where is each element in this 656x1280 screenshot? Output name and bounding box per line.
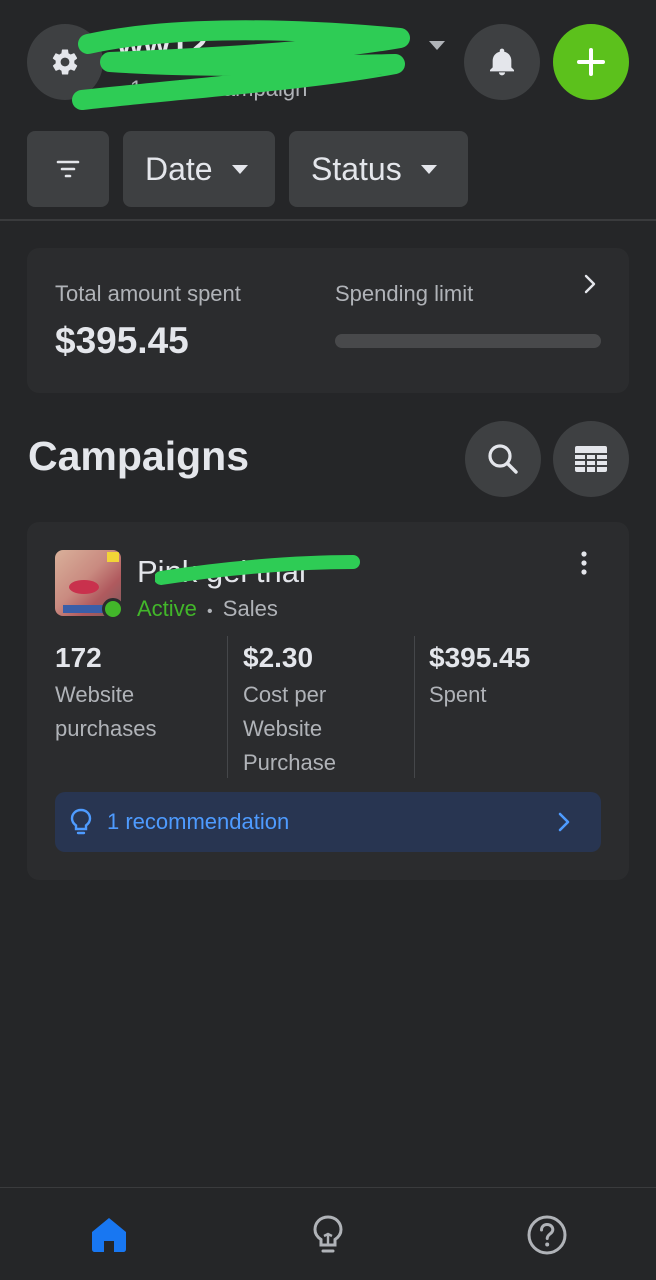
redaction-mark: [155, 555, 360, 585]
create-campaign-button[interactable]: [553, 24, 629, 100]
date-filter[interactable]: Date: [123, 131, 275, 207]
lightbulb-icon: [69, 808, 93, 836]
campaigns-title: Campaigns: [28, 433, 249, 479]
table-view-button[interactable]: [553, 421, 629, 497]
bell-icon: [486, 45, 518, 79]
campaign-card[interactable]: Pink gel trial Active • Sales 172 Websit…: [27, 522, 629, 880]
home-icon: [89, 1215, 129, 1255]
metric-value: $2.30: [243, 642, 314, 673]
active-status-dot: [102, 598, 124, 620]
campaign-objective: Sales: [222, 596, 278, 621]
metric-label: Spent: [429, 682, 487, 707]
nav-help[interactable]: [526, 1214, 568, 1256]
help-icon: [526, 1214, 568, 1256]
caret-down-icon[interactable]: [428, 40, 446, 52]
spend-summary-card[interactable]: Total amount spent $395.45 Spending limi…: [27, 248, 629, 393]
bottom-navigation: [0, 1187, 656, 1280]
search-button[interactable]: [465, 421, 541, 497]
notifications-button[interactable]: [464, 24, 540, 100]
date-filter-label: Date: [145, 150, 213, 187]
metric-cost-per-purchase: $2.30 Cost per Website Purchase: [227, 636, 414, 778]
campaign-status: Active: [137, 596, 197, 621]
filter-button[interactable]: [27, 131, 109, 207]
spending-limit-label: Spending limit: [335, 281, 474, 306]
spending-limit-bar: [335, 334, 601, 348]
status-filter[interactable]: Status: [289, 131, 468, 207]
chevron-right-icon: [557, 811, 571, 833]
metric-value: $395.45: [429, 642, 531, 673]
chevron-right-icon[interactable]: [583, 273, 597, 295]
search-icon: [486, 442, 520, 476]
redaction-mark: [72, 20, 410, 110]
more-options-icon[interactable]: [573, 548, 595, 578]
status-filter-label: Status: [311, 150, 402, 187]
metric-spent: $395.45 Spent: [414, 636, 601, 778]
caret-down-icon: [231, 164, 249, 175]
total-spent-value: $395.45: [55, 320, 189, 361]
metric-value: 172: [55, 642, 102, 673]
total-spent-label: Total amount spent: [55, 281, 241, 306]
filter-icon: [56, 159, 80, 179]
recommendation-banner[interactable]: 1 recommendation: [55, 792, 601, 852]
plus-icon: [576, 47, 606, 77]
lightbulb-icon: [311, 1214, 345, 1256]
campaign-meta: Active • Sales: [137, 596, 278, 622]
metric-label: Website purchases: [55, 682, 157, 741]
metric-website-purchases: 172 Website purchases: [55, 636, 242, 778]
caret-down-icon: [420, 164, 438, 175]
nav-insights[interactable]: [307, 1214, 349, 1256]
meta-separator: •: [207, 603, 213, 620]
metric-label: Cost per Website Purchase: [243, 682, 336, 775]
table-icon: [574, 445, 608, 473]
nav-home[interactable]: [88, 1214, 130, 1256]
recommendation-label: 1 recommendation: [107, 809, 290, 834]
header-divider: [0, 219, 656, 221]
